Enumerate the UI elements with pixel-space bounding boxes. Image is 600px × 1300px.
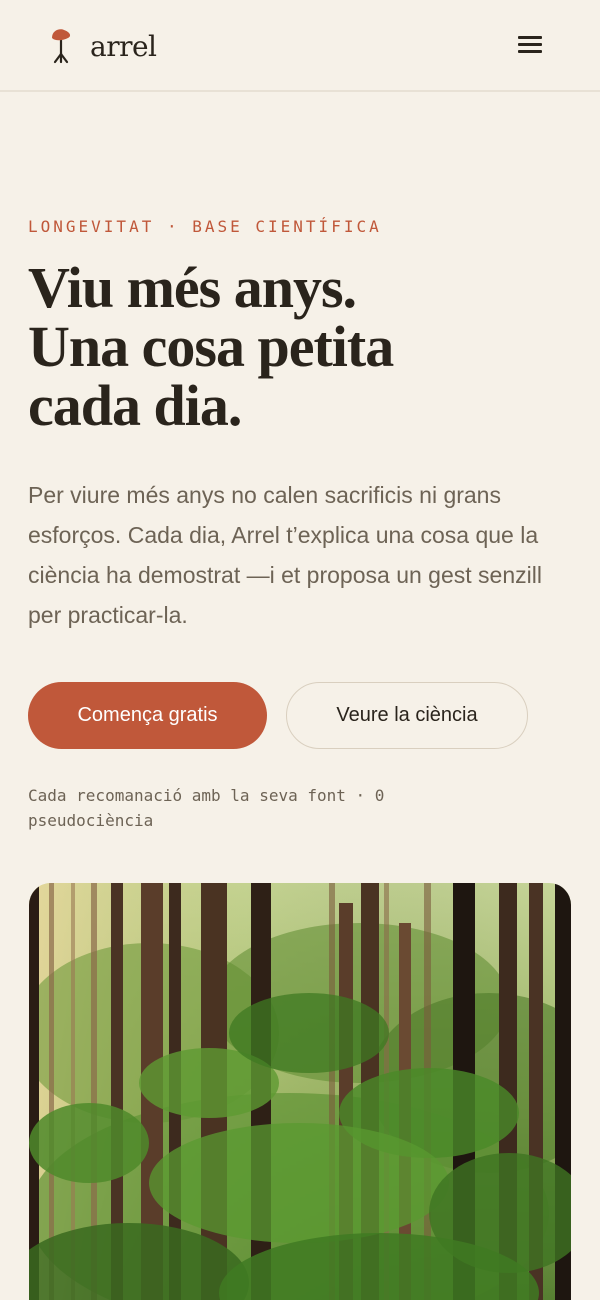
see-science-button[interactable]: Veure la ciència <box>286 682 528 749</box>
brand-name: arrel <box>90 29 157 63</box>
hamburger-menu-icon[interactable] <box>518 34 544 54</box>
hero-intro: Per viure més anys no calen sacrificis n… <box>28 482 542 628</box>
headline-line: Viu més anys. <box>28 255 357 320</box>
brand-logo[interactable]: arrel <box>48 26 157 66</box>
hero-headline: Viu més anys. Una cosa petita cada dia. <box>28 258 588 435</box>
trust-note: Cada recomanació amb la seva font · 0 ps… <box>28 786 385 830</box>
hero-eyebrow: LONGEVITAT · BASE CIENTÍFICA <box>28 217 382 236</box>
headline-line: Una cosa petita <box>28 314 394 379</box>
site-header: arrel <box>0 0 600 92</box>
start-free-button[interactable]: Comença gratis <box>28 682 267 749</box>
sprout-icon <box>52 29 71 64</box>
headline-line: cada dia. <box>28 373 242 438</box>
forest-photo <box>29 883 571 1300</box>
